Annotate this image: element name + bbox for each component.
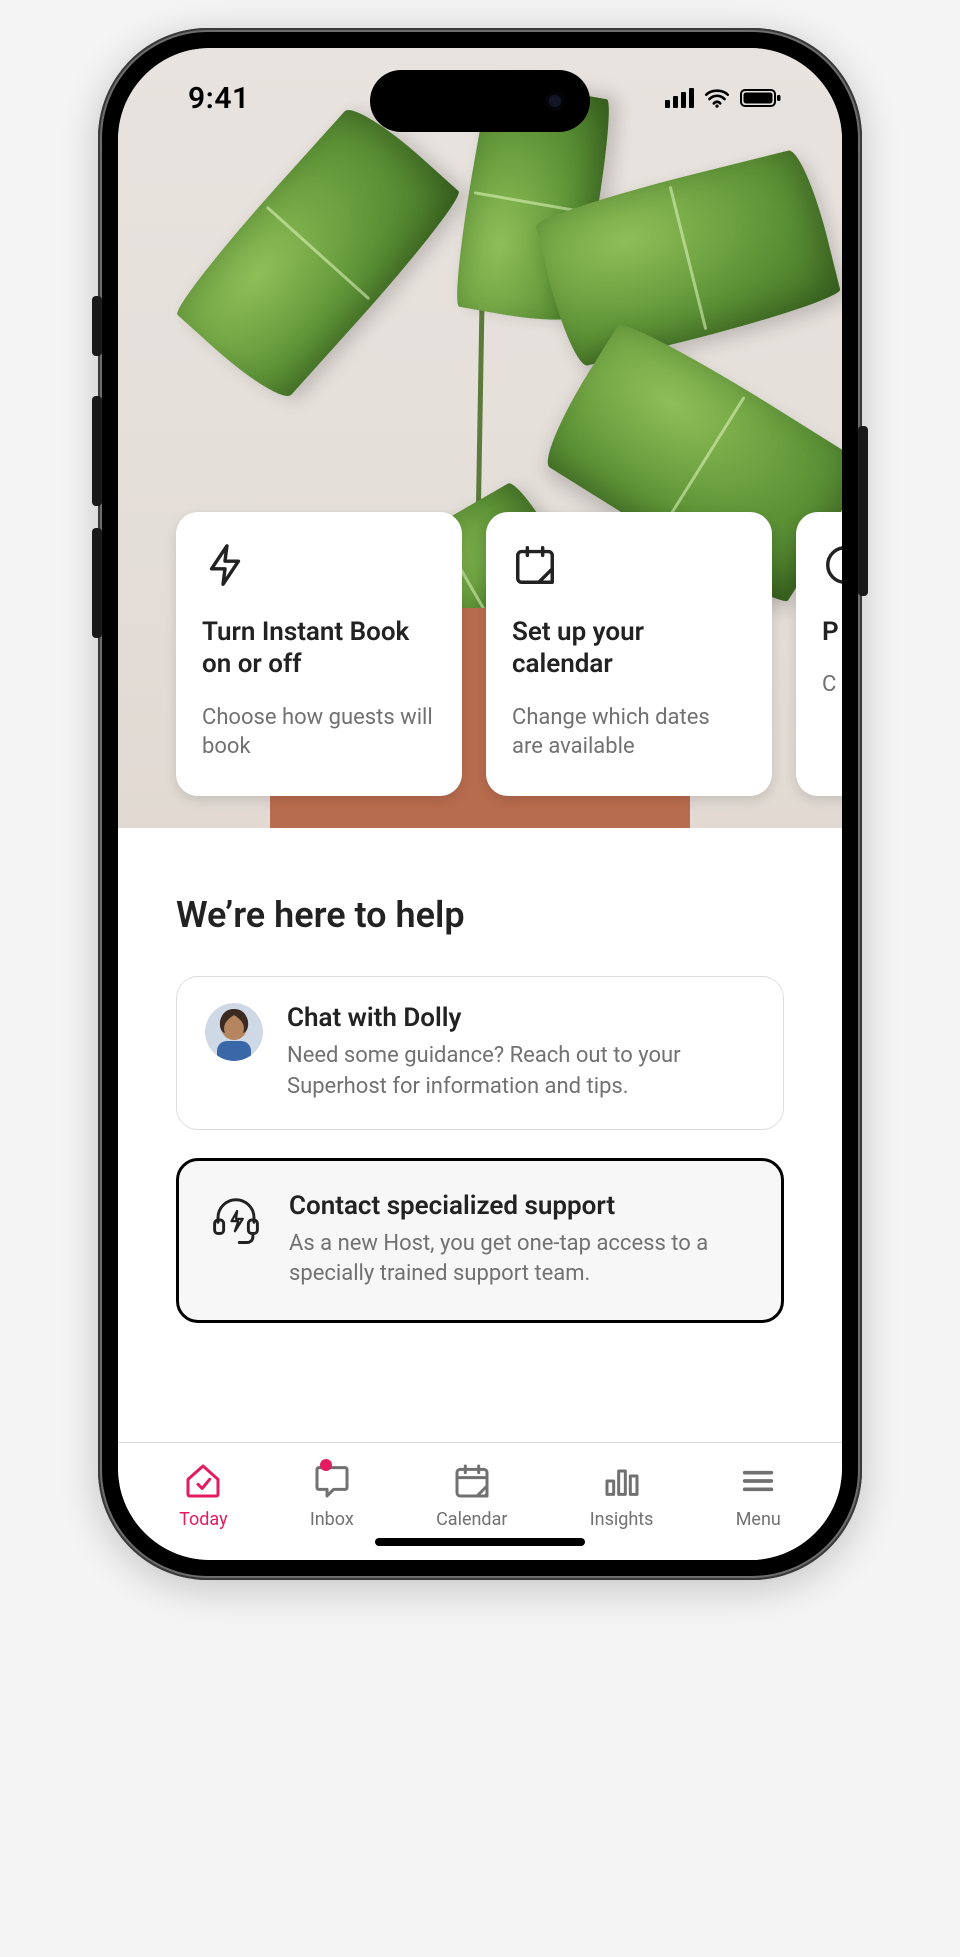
phone-frame: 9:41: [98, 28, 862, 1580]
card-title: P: [822, 616, 842, 649]
quick-actions-row[interactable]: Turn Instant Book on or off Choose how g…: [176, 512, 842, 796]
card-peek-next[interactable]: P C: [796, 512, 842, 796]
tab-label: Inbox: [310, 1509, 354, 1530]
cellular-icon: [665, 88, 694, 108]
tab-label: Insights: [590, 1509, 654, 1530]
tab-insights[interactable]: Insights: [590, 1461, 654, 1530]
side-button: [92, 296, 102, 356]
chat-icon: [312, 1461, 352, 1501]
tab-label: Calendar: [436, 1509, 507, 1530]
tile-subtitle: As a new Host, you get one-tap access to…: [289, 1229, 753, 1291]
screen: 9:41: [118, 48, 842, 1560]
card-subtitle: Choose how guests will book: [202, 703, 436, 762]
wifi-icon: [704, 88, 730, 108]
tab-menu[interactable]: Menu: [736, 1461, 781, 1530]
home-check-icon: [183, 1461, 223, 1501]
tile-chat-dolly[interactable]: Chat with Dolly Need some guidance? Reac…: [176, 976, 784, 1130]
help-heading: We’re here to help: [176, 894, 784, 936]
tab-label: Today: [179, 1509, 227, 1530]
bar-chart-icon: [602, 1461, 642, 1501]
dynamic-island: [370, 70, 590, 132]
card-instant-book[interactable]: Turn Instant Book on or off Choose how g…: [176, 512, 462, 796]
side-button: [92, 528, 102, 638]
side-button: [92, 396, 102, 506]
circle-icon: [822, 542, 842, 588]
notification-badge: [320, 1459, 332, 1471]
menu-icon: [738, 1461, 778, 1501]
tab-calendar[interactable]: Calendar: [436, 1461, 507, 1530]
calendar-icon: [512, 542, 558, 588]
side-button: [858, 426, 868, 596]
tile-subtitle: Need some guidance? Reach out to your Su…: [287, 1041, 755, 1103]
card-subtitle: C: [822, 670, 842, 700]
home-indicator[interactable]: [375, 1538, 585, 1546]
card-title: Turn Instant Book on or off: [202, 616, 436, 681]
tile-specialized-support[interactable]: Contact specialized support As a new Hos…: [176, 1158, 784, 1324]
avatar: [205, 1003, 263, 1061]
help-section: We’re here to help Chat with Dolly: [118, 828, 842, 1442]
tile-title: Chat with Dolly: [287, 1003, 755, 1033]
tab-label: Menu: [736, 1509, 781, 1530]
card-title: Set up your calendar: [512, 616, 746, 681]
calendar-small-icon: [452, 1461, 492, 1501]
hero: Turn Instant Book on or off Choose how g…: [118, 48, 842, 828]
tab-inbox[interactable]: Inbox: [310, 1461, 354, 1530]
bolt-icon: [202, 542, 248, 588]
headset-bolt-icon: [207, 1191, 265, 1249]
card-calendar-setup[interactable]: Set up your calendar Change which dates …: [486, 512, 772, 796]
tile-title: Contact specialized support: [289, 1191, 753, 1221]
card-subtitle: Change which dates are available: [512, 703, 746, 762]
tab-today[interactable]: Today: [179, 1461, 227, 1530]
status-time: 9:41: [188, 81, 250, 116]
battery-icon: [740, 88, 782, 108]
